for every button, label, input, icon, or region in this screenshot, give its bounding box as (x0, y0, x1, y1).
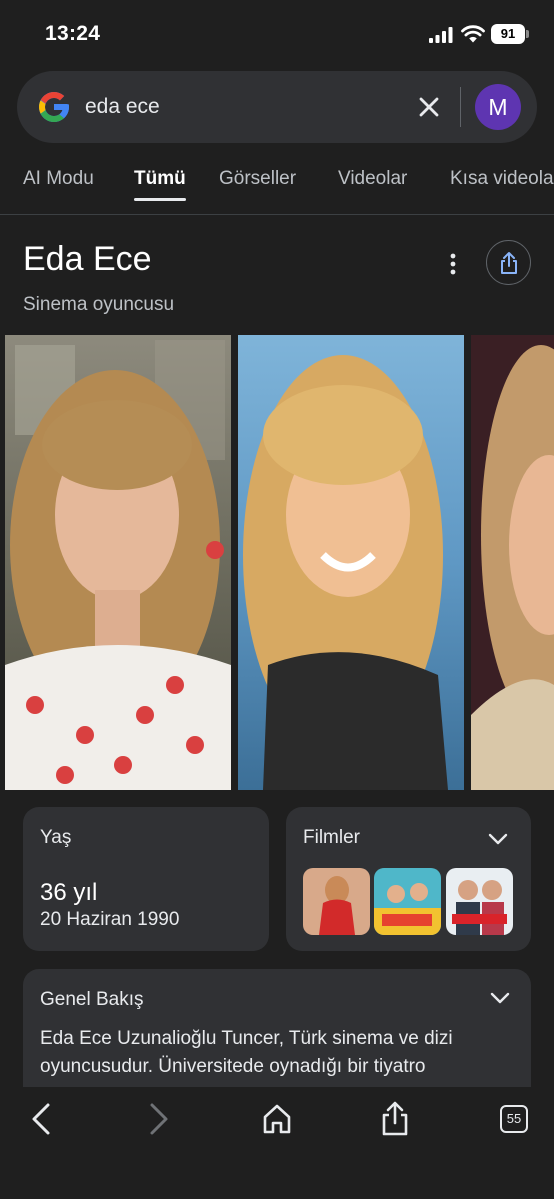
portrait-photo-3 (471, 335, 554, 790)
film-poster-image-2 (374, 868, 441, 935)
avatar[interactable]: M (475, 84, 521, 130)
signal-icon (429, 27, 453, 43)
films-label: Filmler (303, 827, 360, 848)
film-poster-3[interactable] (446, 868, 513, 935)
portrait-photo-1 (5, 335, 231, 790)
google-logo-icon (39, 92, 69, 122)
tabs-divider (0, 214, 554, 215)
tabs-count-button[interactable]: 55 (500, 1105, 528, 1133)
films-card[interactable]: Filmler (286, 807, 531, 951)
tab-all[interactable]: Tümü (134, 168, 186, 190)
status-bar: 13:24 91 (0, 0, 554, 66)
search-input[interactable]: eda ece (85, 93, 385, 121)
tab-images[interactable]: Görseller (219, 168, 296, 190)
age-value: 36 yıl (40, 879, 98, 906)
share-button[interactable] (486, 240, 531, 285)
search-tabs: AI Modu Tümü Görseller Videolar Kısa vid… (0, 152, 554, 215)
overview-label: Genel Bakış (40, 989, 144, 1010)
chevron-down-icon[interactable] (489, 991, 511, 1005)
close-icon[interactable] (415, 93, 443, 121)
battery-indicator: 91 (491, 24, 529, 44)
battery-tip (526, 30, 529, 38)
tab-videos[interactable]: Videolar (338, 168, 407, 190)
image-result-1[interactable] (5, 335, 231, 790)
entity-subtitle: Sinema oyuncusu (23, 294, 175, 315)
tab-ai-mode[interactable]: AI Modu (23, 168, 94, 190)
status-time: 13:24 (45, 22, 101, 45)
image-result-2[interactable] (238, 335, 464, 790)
more-vert-icon[interactable] (440, 250, 466, 278)
share-icon (501, 252, 517, 274)
overview-text: Eda Ece Uzunalioğlu Tuncer, Türk sinema … (40, 1028, 453, 1077)
battery-level: 91 (491, 24, 525, 44)
film-poster-image-1 (303, 868, 370, 935)
search-bar[interactable]: eda ece M (17, 71, 537, 143)
search-divider (460, 87, 461, 127)
portrait-photo-2 (238, 335, 464, 790)
age-label: Yaş (40, 827, 72, 848)
film-poster-2[interactable] (374, 868, 441, 935)
active-tab-indicator (134, 198, 186, 201)
tab-short-videos[interactable]: Kısa videolar (450, 168, 554, 190)
page-title: Eda Ece (23, 240, 152, 278)
wifi-icon (461, 25, 485, 43)
birth-date: 20 Haziran 1990 (40, 909, 180, 930)
film-poster-1[interactable] (303, 868, 370, 935)
chevron-down-icon[interactable] (487, 832, 509, 846)
age-card[interactable]: Yaş 36 yıl 20 Haziran 1990 (23, 807, 269, 951)
back-icon[interactable] (22, 1101, 62, 1137)
film-poster-image-3 (446, 868, 513, 935)
home-icon[interactable] (257, 1101, 297, 1137)
image-result-3[interactable] (471, 335, 554, 790)
share-icon[interactable] (375, 1101, 415, 1137)
forward-icon[interactable] (138, 1101, 178, 1137)
